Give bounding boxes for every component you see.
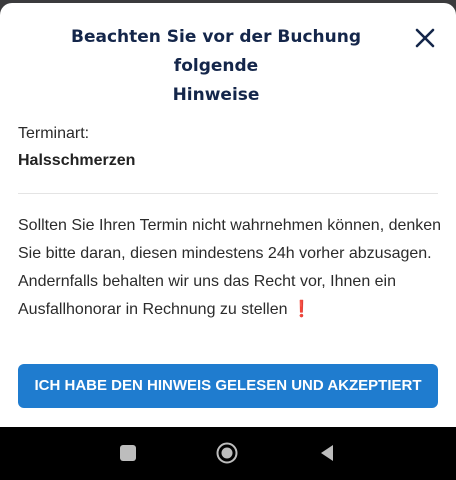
appointment-type-label: Terminart: [18,125,90,142]
back-icon[interactable] [319,444,335,462]
cancellation-notice-text: Sollten Sie Ihren Termin nicht wahrnehme… [18,217,442,318]
exclamation-icon: ❗ [291,301,312,318]
cancellation-notice: Sollten Sie Ihren Termin nicht wahrnehme… [18,212,443,324]
dialog-title-line-1: Beachten Sie vor der Buchung folgende [70,27,361,76]
dialog-title: Beachten Sie vor der Buchung folgende Hi… [46,23,386,110]
recent-apps-icon[interactable] [120,445,136,461]
home-icon[interactable] [216,442,238,464]
close-button[interactable] [410,23,440,53]
accept-notice-button[interactable]: ICH HABE DEN HINWEIS GELESEN UND AKZEPTI… [18,364,438,408]
appointment-type-value: Halsschmerzen [18,152,136,169]
dialog-title-line-2: Hinweise [172,85,260,105]
divider [18,193,438,194]
android-navigation-bar [0,427,456,480]
dialog-header: Beachten Sie vor der Buchung folgende Hi… [0,3,456,105]
booking-notice-dialog: Beachten Sie vor der Buchung folgende Hi… [0,3,456,427]
close-icon [415,28,435,48]
